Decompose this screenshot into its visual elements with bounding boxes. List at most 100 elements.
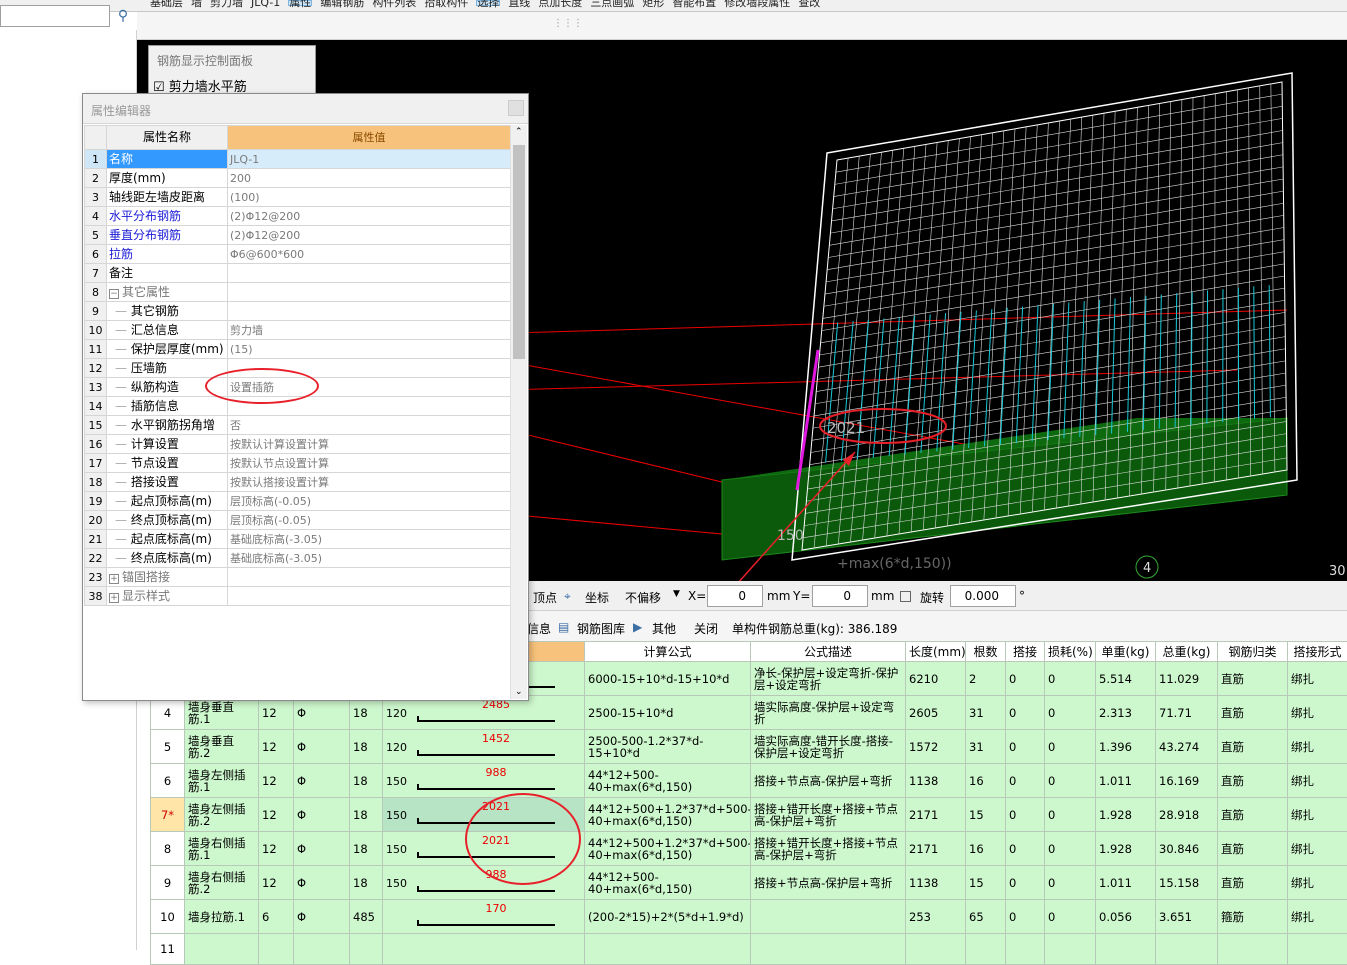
cell-g[interactable] — [294, 934, 350, 965]
cell-cnt[interactable]: 31 — [966, 696, 1006, 730]
rotate-checkbox[interactable] — [900, 591, 911, 602]
cell-desc[interactable]: 墙实际高度-保护层+设定弯折 — [751, 696, 906, 730]
cell-w1[interactable]: 0.056 — [1096, 900, 1156, 934]
cell-w1[interactable]: 1.928 — [1096, 832, 1156, 866]
cell-dia[interactable]: 18 — [350, 866, 383, 900]
property-row[interactable]: 10— 汇总信息剪力墙 — [85, 321, 511, 340]
cell-cnt[interactable]: 16 — [966, 832, 1006, 866]
cell-n[interactable]: 7* — [151, 798, 185, 832]
cell-dia[interactable]: 18 — [350, 798, 383, 832]
cell-formula[interactable] — [585, 934, 751, 965]
x-input[interactable]: 0 — [707, 585, 763, 607]
cell-w1[interactable]: 5.514 — [1096, 662, 1156, 696]
cell-cls[interactable] — [1218, 934, 1288, 965]
cell-w2[interactable] — [1156, 934, 1218, 965]
cell-cnt[interactable] — [966, 934, 1006, 965]
cell-dia[interactable]: 18 — [350, 730, 383, 764]
cell-w2[interactable]: 43.274 — [1156, 730, 1218, 764]
expand-icon[interactable]: + — [109, 574, 119, 584]
cell-lt[interactable]: 绑扎 — [1288, 662, 1347, 696]
cell-shape[interactable] — [383, 934, 585, 965]
cell-cls[interactable]: 直筋 — [1218, 730, 1288, 764]
toolbar-item[interactable]: 点加长度 — [538, 1, 582, 5]
cell-w2[interactable]: 11.029 — [1156, 662, 1218, 696]
cell-formula[interactable]: 2500-500-1.2*37*d-15+10*d — [585, 730, 751, 764]
vertex-button[interactable]: 顶点 — [533, 589, 557, 606]
cell-n[interactable]: 11 — [151, 934, 185, 965]
cell-len[interactable]: 2605 — [906, 696, 966, 730]
cell-desc[interactable]: 净长-保护层+设定弯折-保护层+设定弯折 — [751, 662, 906, 696]
offset-select[interactable]: 不偏移 — [625, 589, 661, 606]
scroll-down-icon[interactable]: ⌄ — [515, 687, 523, 697]
cell-w2[interactable]: 3.651 — [1156, 900, 1218, 934]
cell-name[interactable]: 墙身右侧插筋.2 — [185, 866, 259, 900]
property-scrollbar[interactable]: ⌃ ⌄ — [510, 125, 527, 699]
toolbar-item[interactable]: 剪力墙 — [210, 1, 243, 5]
property-row[interactable]: 9— 其它钢筋 — [85, 302, 511, 321]
cell-cnt[interactable]: 16 — [966, 764, 1006, 798]
cell-d[interactable]: 6 — [259, 900, 294, 934]
table-row[interactable]: 11 — [151, 934, 1347, 965]
cell-cls[interactable]: 直筋 — [1218, 866, 1288, 900]
cell-loss[interactable]: 0 — [1045, 662, 1096, 696]
search-icon[interactable]: ⚲ — [112, 5, 134, 27]
cell-loss[interactable]: 0 — [1045, 900, 1096, 934]
property-row[interactable]: 11— 保护层厚度(mm)(15) — [85, 340, 511, 359]
property-row[interactable]: 8−其它属性 — [85, 283, 511, 302]
property-editor-titlebar[interactable]: 属性编辑器 — [83, 94, 528, 124]
cell-dia[interactable]: 485 — [350, 900, 383, 934]
cell-lt[interactable]: 绑扎 — [1288, 696, 1347, 730]
property-value[interactable] — [228, 264, 511, 283]
cell-name[interactable]: 墙身右侧插筋.1 — [185, 832, 259, 866]
property-row[interactable]: 15— 水平钢筋拐角增否 — [85, 416, 511, 435]
cell-name[interactable]: 墙身拉筋.1 — [185, 900, 259, 934]
cell-loss[interactable]: 0 — [1045, 764, 1096, 798]
cell-n[interactable]: 10 — [151, 900, 185, 934]
cell-cls[interactable]: 直筋 — [1218, 764, 1288, 798]
cell-lap[interactable]: 0 — [1006, 798, 1045, 832]
cell-lt[interactable]: 绑扎 — [1288, 900, 1347, 934]
cell-n[interactable]: 6 — [151, 764, 185, 798]
rotate-input[interactable]: 0.000 — [950, 585, 1016, 607]
property-value[interactable]: 按默认计算设置计算 — [228, 435, 511, 454]
cell-formula[interactable]: (200-2*15)+2*(5*d+1.9*d) — [585, 900, 751, 934]
cell-g[interactable]: Φ — [294, 900, 350, 934]
close-icon[interactable] — [508, 100, 524, 116]
rebar-lib-button[interactable]: 钢筋图库 — [577, 620, 625, 637]
property-row[interactable]: 3轴线距左墙皮距离(100) — [85, 188, 511, 207]
property-value[interactable]: (2)Φ12@200 — [228, 226, 511, 245]
property-value[interactable] — [228, 587, 511, 606]
property-row[interactable]: 7备注 — [85, 264, 511, 283]
cell-formula[interactable]: 2500-15+10*d — [585, 696, 751, 730]
cell-len[interactable]: 1138 — [906, 866, 966, 900]
cell-len[interactable]: 6210 — [906, 662, 966, 696]
cell-len[interactable]: 1572 — [906, 730, 966, 764]
cell-g[interactable]: Φ — [294, 798, 350, 832]
cell-cnt[interactable]: 65 — [966, 900, 1006, 934]
cell-desc[interactable]: 搭接+错开长度+搭接+节点高-保护层+弯折 — [751, 798, 906, 832]
cell-lap[interactable]: 0 — [1006, 764, 1045, 798]
cell-g[interactable]: Φ — [294, 764, 350, 798]
property-row[interactable]: 6拉筋Φ6@600*600 — [85, 245, 511, 264]
cell-lt[interactable]: 绑扎 — [1288, 798, 1347, 832]
cell-cnt[interactable]: 31 — [966, 730, 1006, 764]
cell-d[interactable]: 12 — [259, 730, 294, 764]
coord-button[interactable]: 坐标 — [585, 589, 609, 606]
property-value[interactable]: 200 — [228, 169, 511, 188]
cell-formula[interactable]: 44*12+500-40+max(6*d,150) — [585, 764, 751, 798]
cell-loss[interactable]: 0 — [1045, 798, 1096, 832]
cell-loss[interactable]: 0 — [1045, 832, 1096, 866]
cell-w1[interactable]: 2.313 — [1096, 696, 1156, 730]
cell-d[interactable]: 12 — [259, 832, 294, 866]
cell-name[interactable]: 墙身左侧插筋.2 — [185, 798, 259, 832]
close-button[interactable]: 关闭 — [694, 620, 718, 637]
cell-w2[interactable]: 71.71 — [1156, 696, 1218, 730]
property-row[interactable]: 20— 终点顶标高(m)层顶标高(-0.05) — [85, 511, 511, 530]
expand-icon[interactable]: − — [109, 289, 119, 299]
cell-name[interactable] — [185, 934, 259, 965]
property-row[interactable]: 17— 节点设置按默认节点设置计算 — [85, 454, 511, 473]
property-value[interactable] — [228, 568, 511, 587]
toolbar-item[interactable]: 三点画弧 — [590, 1, 634, 5]
cell-loss[interactable]: 0 — [1045, 866, 1096, 900]
cell-shape[interactable]: 150988 — [383, 764, 585, 798]
